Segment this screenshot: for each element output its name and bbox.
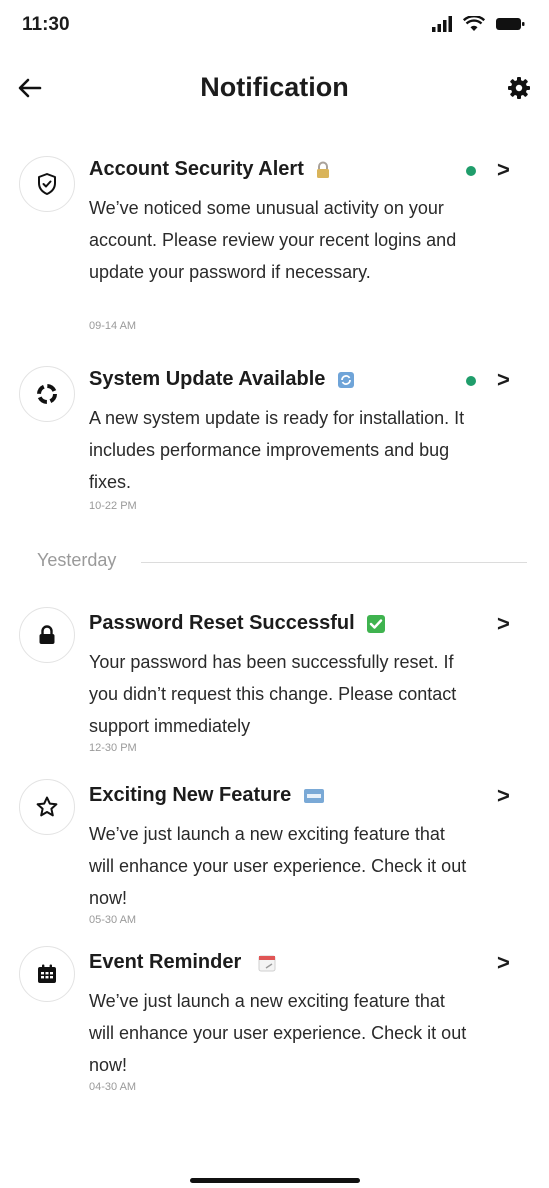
notification-body: A new system update is ready for install… (89, 408, 465, 492)
unread-dot (466, 166, 476, 176)
status-bar: 11:30 (0, 0, 549, 52)
divider-line (141, 562, 527, 563)
chevron-right-icon: > (497, 950, 510, 975)
notification-body: Your password has been successfully rese… (89, 652, 457, 736)
notification-item[interactable]: Event Reminder > We’ve just launch a new… (0, 941, 549, 1101)
notification-icon-circle (19, 779, 75, 835)
notification-icon-circle (19, 156, 75, 212)
notification-time: 05-30 AM (89, 914, 137, 926)
update-icon (37, 384, 57, 404)
notification-item[interactable]: Exciting New Feature > We’ve just launch… (0, 774, 549, 934)
chevron-right-icon: > (497, 367, 510, 392)
new-badge-emoji-icon (303, 788, 324, 803)
notification-item[interactable]: System Update Available > A new system u… (0, 358, 549, 518)
chevron-right-icon: > (497, 611, 510, 636)
notification-icon-circle (19, 946, 75, 1002)
notification-time: 10-22 PM (89, 500, 137, 512)
check-mark-emoji-icon (367, 614, 386, 633)
gear-icon (508, 77, 530, 99)
chevron-right-icon: > (497, 783, 510, 808)
notification-item[interactable]: Password Reset Successful > Your passwor… (0, 602, 549, 762)
notification-body: We’ve just launch a new exciting feature… (89, 824, 467, 908)
notification-icon-circle (19, 366, 75, 422)
notification-title-text: Exciting New Feature (89, 784, 292, 806)
notification-body: We’ve just launch a new exciting feature… (89, 991, 467, 1075)
unread-dot (466, 376, 476, 386)
notification-title-text: Event Reminder (89, 951, 242, 973)
notification-title: Password Reset Successful (89, 612, 386, 635)
notification-body: We’ve noticed some unusual activity on y… (89, 198, 457, 282)
section-label: Yesterday (37, 550, 117, 570)
home-indicator[interactable] (190, 1178, 360, 1183)
notification-title: Account Security Alert (89, 158, 331, 181)
calendar-icon (38, 964, 56, 983)
status-time: 11:30 (22, 14, 70, 35)
notification-title: System Update Available (89, 368, 355, 391)
notification-time: 04-30 AM (89, 1081, 137, 1093)
shield-check-icon (38, 173, 56, 195)
lock-emoji-icon (317, 161, 330, 178)
section-divider-yesterday: Yesterday (37, 550, 527, 574)
notification-icon-circle (19, 607, 75, 663)
page-title: Notification (200, 72, 349, 102)
settings-button[interactable] (503, 72, 535, 104)
header: Notification (0, 62, 549, 114)
signal-icon (432, 16, 452, 32)
notification-title-text: Password Reset Successful (89, 612, 355, 634)
notification-item[interactable]: Account Security Alert > We’ve noticed s… (0, 148, 549, 338)
refresh-emoji-icon (337, 371, 354, 388)
notification-time: 09-14 AM (89, 320, 137, 332)
notification-title: Event Reminder (89, 951, 277, 974)
battery-icon (496, 18, 525, 30)
star-icon (36, 796, 58, 817)
lock-icon (39, 625, 55, 644)
notification-time: 12-30 PM (89, 742, 137, 754)
notification-title-text: System Update Available (89, 368, 326, 390)
notification-title: Exciting New Feature (89, 784, 325, 807)
status-icons (431, 16, 525, 32)
wifi-icon (463, 16, 485, 31)
chevron-right-icon: > (497, 157, 510, 182)
notification-title-text: Account Security Alert (89, 158, 304, 180)
calendar-emoji-icon (258, 955, 276, 972)
